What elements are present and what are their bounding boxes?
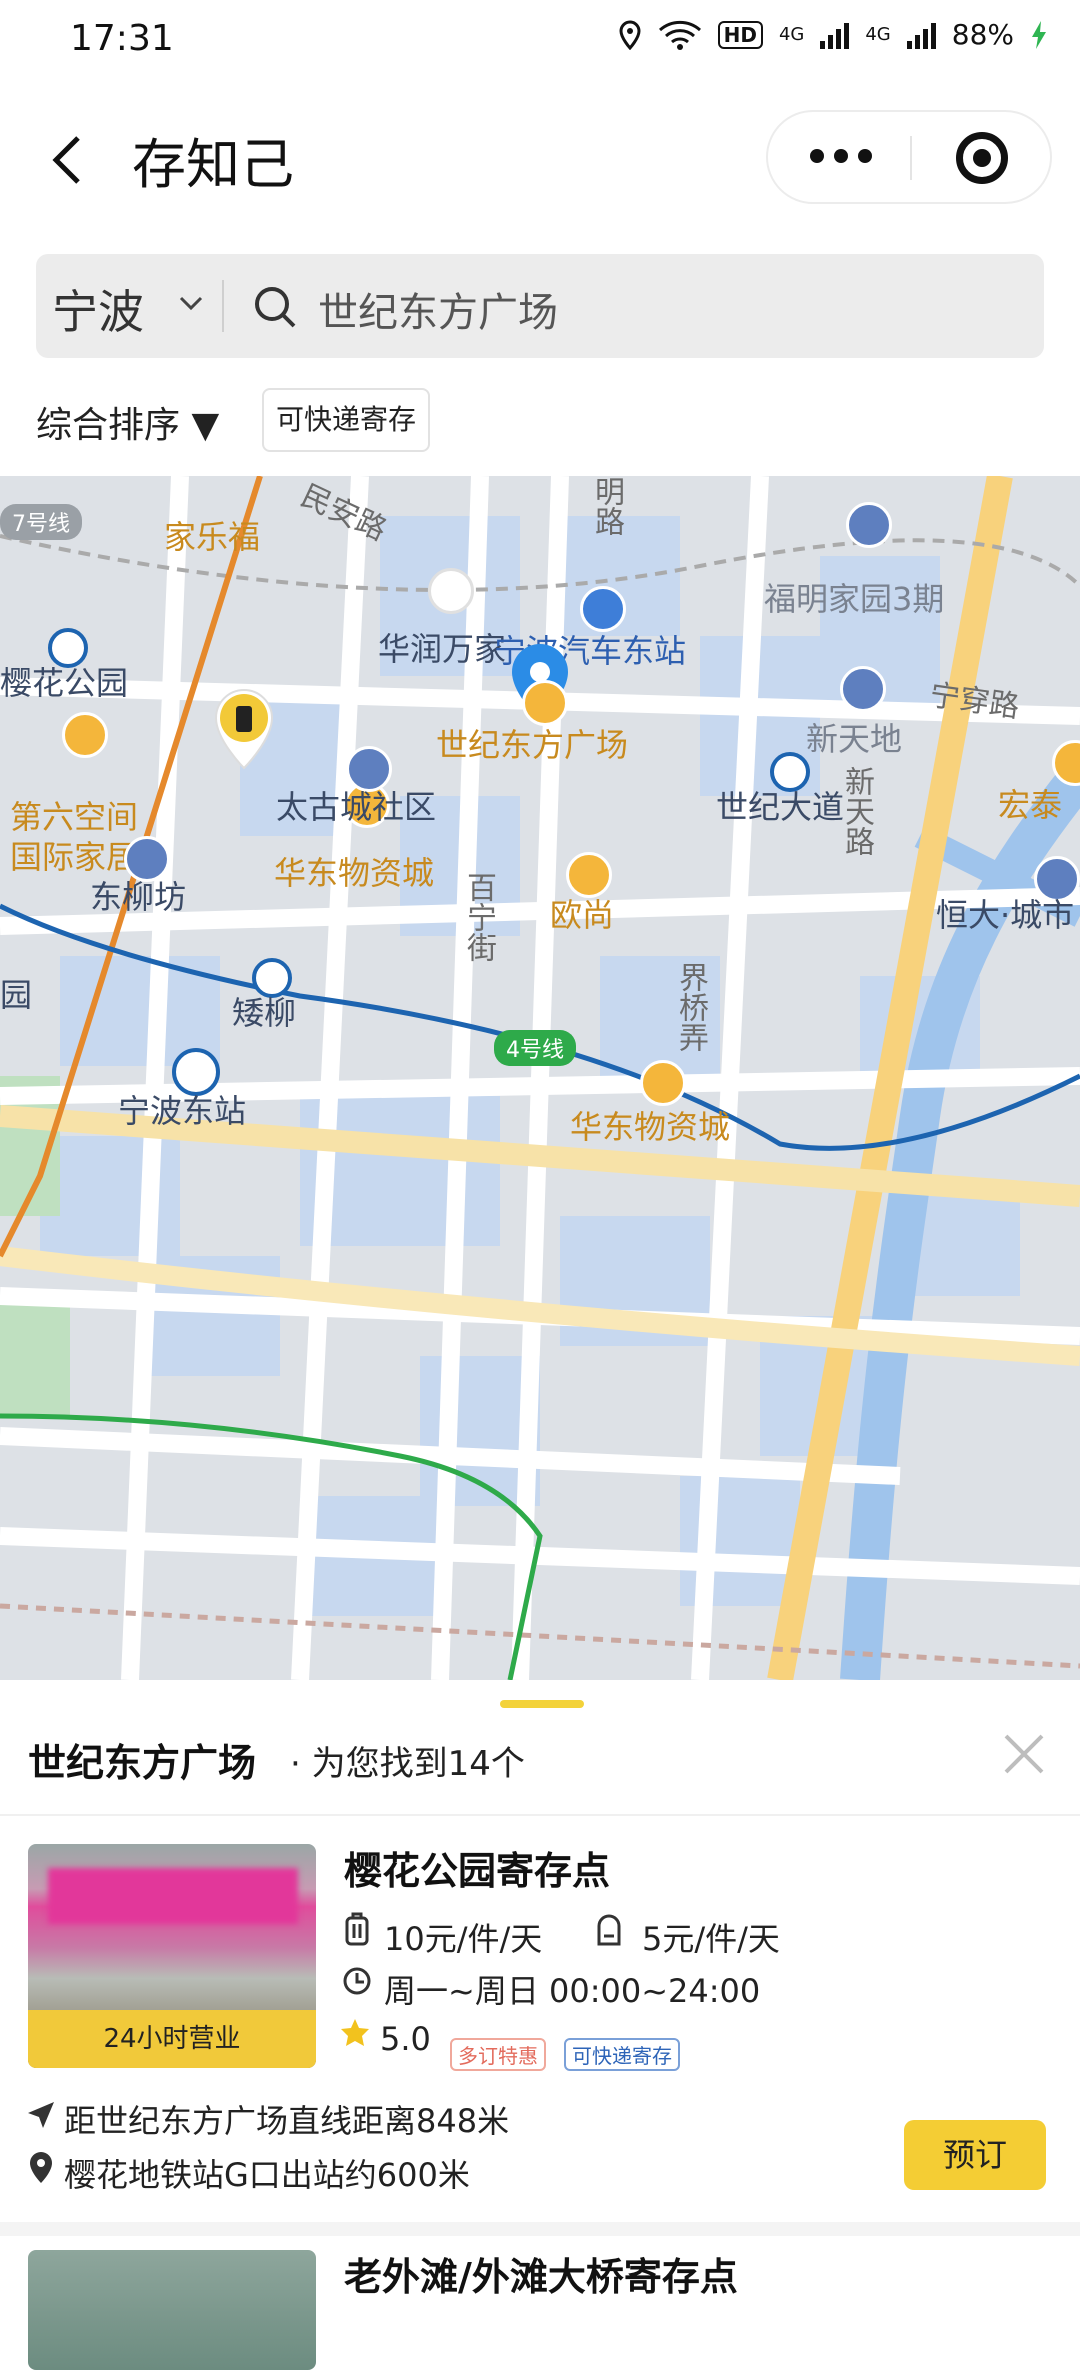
search-bar: 宁波 世纪东方广场 [36, 254, 1044, 358]
shop-icon-5 [640, 1060, 686, 1106]
opening-hours: 周一~周日 00:00~24:00 [384, 1972, 761, 2010]
map-label-aoliu: 矮柳 [232, 994, 297, 1032]
capsule-divider [910, 136, 912, 180]
results-sheet: 世纪东方广场 · 为您找到14个 24小时营业 樱花公园寄存点 10元/件/天 … [0, 1680, 1080, 2370]
price-luggage: 10元/件/天 [384, 1920, 543, 1958]
map-label-hengda: 恒大·城市 [936, 896, 1075, 934]
map-label-baining-street: 百宁街 [461, 872, 496, 962]
more-icon[interactable] [810, 149, 872, 163]
map-view[interactable]: 家乐福 民安路 明路 7号线 华润万家 福明家园3期 新天地 新天路 第六空间 … [0, 476, 1080, 1680]
map-label-taigu: 太古城社区 [276, 788, 437, 826]
search-input[interactable]: 世纪东方广场 [318, 280, 558, 338]
location-icon [619, 19, 641, 50]
sort-arrow-icon: ▼ [191, 405, 220, 446]
map-label-ming-road: 明路 [589, 476, 624, 536]
map-label-shiji-plaza: 世纪东方广场 [436, 726, 629, 764]
card-divider [0, 2222, 1080, 2236]
map-label-jieqiao: 界桥弄 [673, 962, 708, 1052]
discount-tag: 多订特惠 [450, 2038, 546, 2071]
storage-point-photo[interactable]: 24小时营业 [28, 1844, 316, 2068]
city-selector[interactable]: 宁波 [52, 276, 144, 342]
sort-label: 综合排序 [36, 405, 181, 446]
supermarket-icon [428, 568, 474, 614]
map-label-fuming: 福明家园3期 [764, 580, 945, 618]
map-label-shiji-avenue: 世纪大道 [716, 788, 845, 826]
sheet-divider [0, 1814, 1080, 1816]
location-title: 世纪东方广场 [28, 1741, 257, 1785]
residence-icon [846, 502, 892, 548]
network-label-1: 4G [778, 24, 805, 45]
chevron-down-icon[interactable] [178, 290, 204, 316]
map-label-ningbo-east: 宁波东站 [118, 1092, 247, 1130]
charging-icon [1032, 20, 1046, 49]
map-label-oushang: 欧尚 [550, 896, 615, 934]
clock-icon [343, 1967, 371, 1995]
signal-icon [820, 21, 850, 49]
wifi-icon [658, 20, 701, 50]
storage-point-name-2[interactable]: 老外滩/外滩大桥寄存点 [344, 2246, 738, 2301]
location-pin-icon [30, 2152, 52, 2183]
sheet-drag-handle[interactable] [500, 1700, 584, 1708]
photo-signboard [48, 1868, 298, 1924]
rating-value: 5.0 [380, 2020, 431, 2058]
status-bar: 17:31 HD 4G 4G 88% [0, 0, 1080, 84]
battery-percent: 88% [951, 18, 1014, 51]
map-label-xintiandi: 新天地 [806, 720, 903, 758]
signal-icon-2 [906, 21, 936, 49]
backpack-icon [597, 1914, 621, 1946]
distance-text: 距世纪东方广场直线距离848米 [64, 2102, 510, 2140]
star-icon [341, 2019, 369, 2046]
mini-program-capsule [766, 110, 1052, 204]
search-icon [255, 287, 296, 328]
express-tag: 可快递寄存 [564, 2038, 680, 2071]
result-count: · 为您找到14个 [290, 1744, 525, 1784]
map-label-hongtai: 宏泰 [998, 786, 1063, 824]
close-target-icon[interactable] [956, 132, 1008, 184]
hours-tag: 24小时营业 [28, 2010, 316, 2068]
chevron-left-icon[interactable] [40, 130, 100, 190]
shop-icon [62, 712, 108, 758]
map-label-carrefour: 家乐福 [164, 518, 261, 556]
status-time: 17:31 [70, 18, 174, 59]
navigation-arrow-icon [28, 2102, 54, 2128]
metro-line-7-badge: 7号线 [0, 504, 82, 540]
storage-point-name[interactable]: 樱花公园寄存点 [344, 1840, 610, 1895]
nav-header: 存知己 [0, 90, 1080, 230]
book-button[interactable]: 预订 [904, 2120, 1046, 2190]
map-label-sakura-park: 樱花公园 [0, 664, 129, 702]
close-icon[interactable] [1000, 1730, 1048, 1778]
residence-icon-2 [840, 666, 886, 712]
status-icons: HD 4G 4G 88% [618, 18, 1048, 51]
price-bag: 5元/件/天 [642, 1920, 780, 1958]
hd-icon: HD [717, 20, 763, 49]
map-label-huadong2: 华东物资城 [570, 1108, 731, 1146]
metro-line-4-badge: 4号线 [494, 1030, 576, 1066]
network-label-2: 4G [865, 24, 891, 45]
map-label-dongliufang: 东柳坊 [90, 878, 187, 916]
storage-point-photo-2[interactable] [28, 2250, 316, 2370]
map-label-yuan: 园 [0, 976, 33, 1014]
storage-point-pin-icon[interactable] [212, 688, 276, 772]
luggage-icon [345, 1912, 369, 1946]
search-divider [222, 280, 224, 332]
page-title: 存知己 [132, 133, 294, 196]
sort-dropdown[interactable]: 综合排序 ▼ [36, 396, 219, 448]
metro-exit-text: 樱花地铁站G口出站约600米 [64, 2156, 470, 2194]
map-label-huarun: 华润万家 [378, 630, 507, 668]
filter-chip-express[interactable]: 可快递寄存 [262, 388, 431, 452]
map-label-huadong1: 华东物资城 [274, 854, 435, 892]
